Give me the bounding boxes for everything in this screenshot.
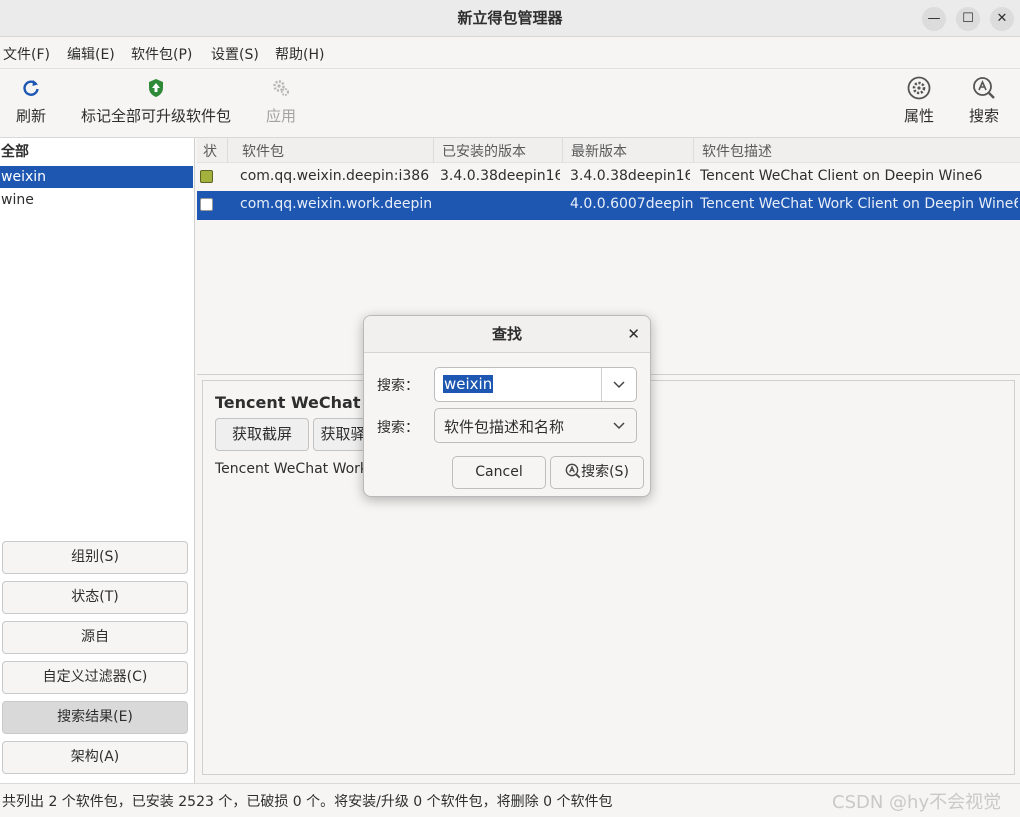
package-name: com.qq.weixin.deepin:i386 bbox=[240, 168, 430, 184]
watermark: CSDN @hy不会视觉 bbox=[832, 792, 1002, 813]
column-installed-version[interactable]: 已安装的版本 bbox=[442, 141, 526, 161]
properties-gear-icon bbox=[900, 76, 938, 100]
filter-status-button[interactable]: 状态(T) bbox=[2, 581, 188, 614]
table-row[interactable]: com.qq.weixin.work.deepin:i 4.0.0.6007de… bbox=[197, 191, 1020, 220]
get-screenshot-button[interactable]: 获取截屏 bbox=[215, 418, 309, 451]
column-package[interactable]: 软件包 bbox=[242, 141, 284, 161]
latest-version: 3.4.0.38deepin16 bbox=[570, 168, 690, 184]
title-bar: 新立得包管理器 — ☐ ✕ bbox=[0, 0, 1020, 37]
refresh-icon bbox=[10, 77, 52, 99]
list-item-all[interactable]: 全部 bbox=[0, 141, 193, 163]
column-status[interactable]: 状 bbox=[203, 141, 217, 161]
filter-groups-button[interactable]: 组别(S) bbox=[2, 541, 188, 574]
status-bar: 共列出 2 个软件包，已安装 2523 个，已破损 0 个。将安装/升级 0 个… bbox=[0, 783, 1020, 817]
menu-bar: 文件(F) 编辑(E) 软件包(P) 设置(S) 帮助(H) bbox=[0, 37, 1020, 69]
table-row[interactable]: com.qq.weixin.deepin:i386 3.4.0.38deepin… bbox=[197, 163, 1020, 192]
installed-version: 3.4.0.38deepin16 bbox=[440, 168, 560, 184]
find-dialog: 查找 ✕ 搜索： weixin 搜索： 软件包描述和名称 Cancel 搜索(S… bbox=[363, 315, 651, 497]
menu-package[interactable]: 软件包(P) bbox=[131, 44, 192, 64]
filter-custom-button[interactable]: 自定义过滤器(C) bbox=[2, 661, 188, 694]
dialog-title-bar: 查找 ✕ bbox=[364, 316, 650, 353]
properties-button[interactable]: 属性 bbox=[900, 76, 938, 126]
search-label: 搜索 bbox=[968, 107, 999, 125]
refresh-label: 刷新 bbox=[15, 107, 46, 125]
latest-version: 4.0.0.6007deepin1( bbox=[570, 196, 694, 212]
apply-button[interactable]: 应用 bbox=[262, 77, 300, 126]
column-description[interactable]: 软件包描述 bbox=[702, 141, 772, 161]
search-term-label: 搜索： bbox=[377, 378, 419, 394]
status-message: 共列出 2 个软件包，已安装 2523 个，已破损 0 个。将安装/升级 0 个… bbox=[2, 794, 613, 810]
gears-icon bbox=[262, 77, 300, 99]
mark-all-label: 标记全部可升级软件包 bbox=[80, 107, 231, 125]
search-icon bbox=[565, 463, 581, 479]
search-toolbar-button[interactable]: 搜索 bbox=[966, 77, 1002, 126]
search-icon bbox=[966, 77, 1002, 99]
dialog-title: 查找 bbox=[491, 325, 522, 343]
column-latest-version[interactable]: 最新版本 bbox=[571, 141, 627, 161]
refresh-button[interactable]: 刷新 bbox=[10, 77, 52, 126]
details-description: Tencent WeChat Work bbox=[215, 461, 369, 477]
menu-help[interactable]: 帮助(H) bbox=[275, 44, 324, 64]
search-submit-label: 搜索(S) bbox=[581, 464, 629, 480]
properties-label: 属性 bbox=[903, 107, 934, 125]
table-header: 状 软件包 已安装的版本 最新版本 软件包描述 bbox=[197, 138, 1020, 163]
minimize-button[interactable]: — bbox=[922, 7, 946, 31]
list-item-wine[interactable]: wine bbox=[0, 189, 193, 211]
filter-architecture-button[interactable]: 架构(A) bbox=[2, 741, 188, 774]
status-installed-checkbox[interactable] bbox=[200, 170, 213, 183]
filter-origin-button[interactable]: 源自 bbox=[2, 621, 188, 654]
shield-upgrade-icon bbox=[78, 77, 234, 99]
status-not-installed-checkbox[interactable] bbox=[200, 198, 213, 211]
chevron-down-icon bbox=[601, 409, 636, 442]
package-description: Tencent WeChat Work Client on Deepin Win… bbox=[700, 196, 1018, 212]
menu-edit[interactable]: 编辑(E) bbox=[67, 44, 115, 64]
filter-search-results-button[interactable]: 搜索结果(E) bbox=[2, 701, 188, 734]
cancel-button[interactable]: Cancel bbox=[452, 456, 546, 489]
filter-list-panel: 全部 weixin wine 组别(S) 状态(T) 源自 自定义过滤器(C) … bbox=[0, 138, 195, 783]
toolbar: 刷新 标记全部可升级软件包 应用 属性 搜索 bbox=[0, 69, 1020, 138]
search-scope-label: 搜索： bbox=[377, 420, 419, 436]
search-input[interactable]: weixin bbox=[434, 367, 637, 402]
menu-file[interactable]: 文件(F) bbox=[3, 44, 50, 64]
package-name: com.qq.weixin.work.deepin:i bbox=[240, 196, 432, 212]
close-icon[interactable]: ✕ bbox=[627, 316, 640, 352]
search-scope-select[interactable]: 软件包描述和名称 bbox=[434, 408, 637, 443]
apply-label: 应用 bbox=[265, 107, 296, 125]
mark-all-upgrades-button[interactable]: 标记全部可升级软件包 bbox=[78, 77, 234, 126]
menu-settings[interactable]: 设置(S) bbox=[211, 44, 259, 64]
window-title: 新立得包管理器 bbox=[457, 9, 563, 27]
search-scope-value: 软件包描述和名称 bbox=[444, 418, 565, 436]
search-submit-button[interactable]: 搜索(S) bbox=[550, 456, 644, 489]
search-input-value[interactable]: weixin bbox=[443, 375, 494, 393]
list-item-weixin[interactable]: weixin bbox=[0, 166, 193, 188]
close-window-button[interactable]: ✕ bbox=[990, 7, 1014, 31]
chevron-down-icon[interactable] bbox=[601, 368, 636, 401]
package-description: Tencent WeChat Client on Deepin Wine6 bbox=[700, 168, 983, 184]
maximize-button[interactable]: ☐ bbox=[956, 7, 980, 31]
